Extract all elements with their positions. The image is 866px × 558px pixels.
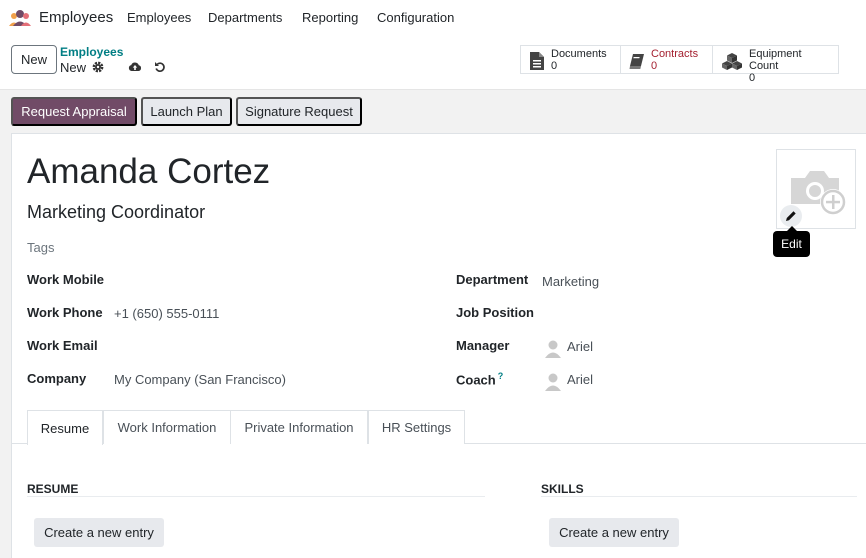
file-icon xyxy=(530,52,544,70)
request-appraisal-button[interactable]: Request Appraisal xyxy=(11,97,137,126)
edit-photo-button[interactable] xyxy=(780,205,802,227)
status-bar: Request Appraisal Launch Plan Signature … xyxy=(0,90,866,132)
equipment-count-value: 0 xyxy=(749,72,756,84)
resume-create-entry-button[interactable]: Create a new entry xyxy=(34,518,164,547)
tab-resume[interactable]: Resume xyxy=(27,410,103,445)
launch-plan-button[interactable]: Launch Plan xyxy=(141,97,232,126)
coach-input[interactable]: Ariel xyxy=(567,372,593,387)
employee-form-sheet: Amanda Cortez Marketing Coordinator Tags… xyxy=(11,133,866,558)
signature-request-button[interactable]: Signature Request xyxy=(236,97,362,126)
cubes-icon xyxy=(722,53,742,70)
breadcrumb-current: New xyxy=(60,60,87,75)
department-input[interactable]: Marketing xyxy=(542,274,599,289)
tab-private-information[interactable]: Private Information xyxy=(230,410,368,444)
top-navbar: Employees Employees Departments Reportin… xyxy=(0,0,866,36)
pencil-icon xyxy=(786,211,796,221)
menu-reporting[interactable]: Reporting xyxy=(302,10,358,25)
gear-icon[interactable] xyxy=(91,60,105,74)
tags-field[interactable]: Tags xyxy=(27,240,54,255)
equipment-count-smart-button[interactable]: Equipment Count 0 xyxy=(712,45,839,84)
breadcrumb-employees[interactable]: Employees xyxy=(60,45,123,59)
work-phone-label: Work Phone xyxy=(27,305,103,320)
undo-icon[interactable] xyxy=(153,60,167,74)
manager-input[interactable]: Ariel xyxy=(567,339,593,354)
edit-tooltip: Edit xyxy=(773,226,810,257)
employees-app-icon[interactable] xyxy=(9,9,31,27)
department-label: Department xyxy=(456,272,529,287)
job-position-label: Job Position xyxy=(456,305,534,320)
manager-avatar xyxy=(543,338,563,358)
skills-section-title: SKILLS xyxy=(541,482,584,496)
cloud-upload-icon[interactable] xyxy=(128,60,142,74)
app-name[interactable]: Employees xyxy=(39,9,113,26)
resume-section-title: RESUME xyxy=(27,482,79,496)
control-panel: New Employees New Documents 0 Contracts … xyxy=(0,36,866,90)
skills-create-entry-button[interactable]: Create a new entry xyxy=(549,518,679,547)
contracts-label: Contracts xyxy=(651,48,699,60)
employee-name-field[interactable]: Amanda Cortez xyxy=(27,152,270,192)
book-icon xyxy=(629,54,644,69)
menu-employees[interactable]: Employees xyxy=(127,10,191,25)
resume-divider xyxy=(27,496,485,497)
tab-hr-settings[interactable]: HR Settings xyxy=(368,410,465,444)
contracts-count: 0 xyxy=(651,60,658,72)
menu-configuration[interactable]: Configuration xyxy=(377,10,454,25)
new-button[interactable]: New xyxy=(11,45,57,74)
work-email-label: Work Email xyxy=(27,338,98,353)
documents-smart-button[interactable]: Documents 0 xyxy=(520,45,621,74)
company-input[interactable]: My Company (San Francisco) xyxy=(114,372,286,387)
coach-label: Coach? xyxy=(456,371,504,388)
tab-work-information[interactable]: Work Information xyxy=(103,410,231,444)
documents-count: 0 xyxy=(551,60,558,72)
job-title-field[interactable]: Marketing Coordinator xyxy=(27,202,205,223)
coach-help-icon[interactable]: ? xyxy=(498,371,504,381)
company-label: Company xyxy=(27,371,87,386)
contracts-smart-button[interactable]: Contracts 0 xyxy=(620,45,713,74)
work-phone-input[interactable]: +1 (650) 555-0111 xyxy=(114,306,219,321)
documents-label: Documents xyxy=(551,48,607,60)
menu-departments[interactable]: Departments xyxy=(208,10,282,25)
skills-divider xyxy=(541,496,857,497)
coach-avatar xyxy=(543,371,563,391)
manager-label: Manager xyxy=(456,338,510,353)
work-mobile-label: Work Mobile xyxy=(27,272,105,287)
equipment-count-label: Equipment Count xyxy=(749,48,802,72)
